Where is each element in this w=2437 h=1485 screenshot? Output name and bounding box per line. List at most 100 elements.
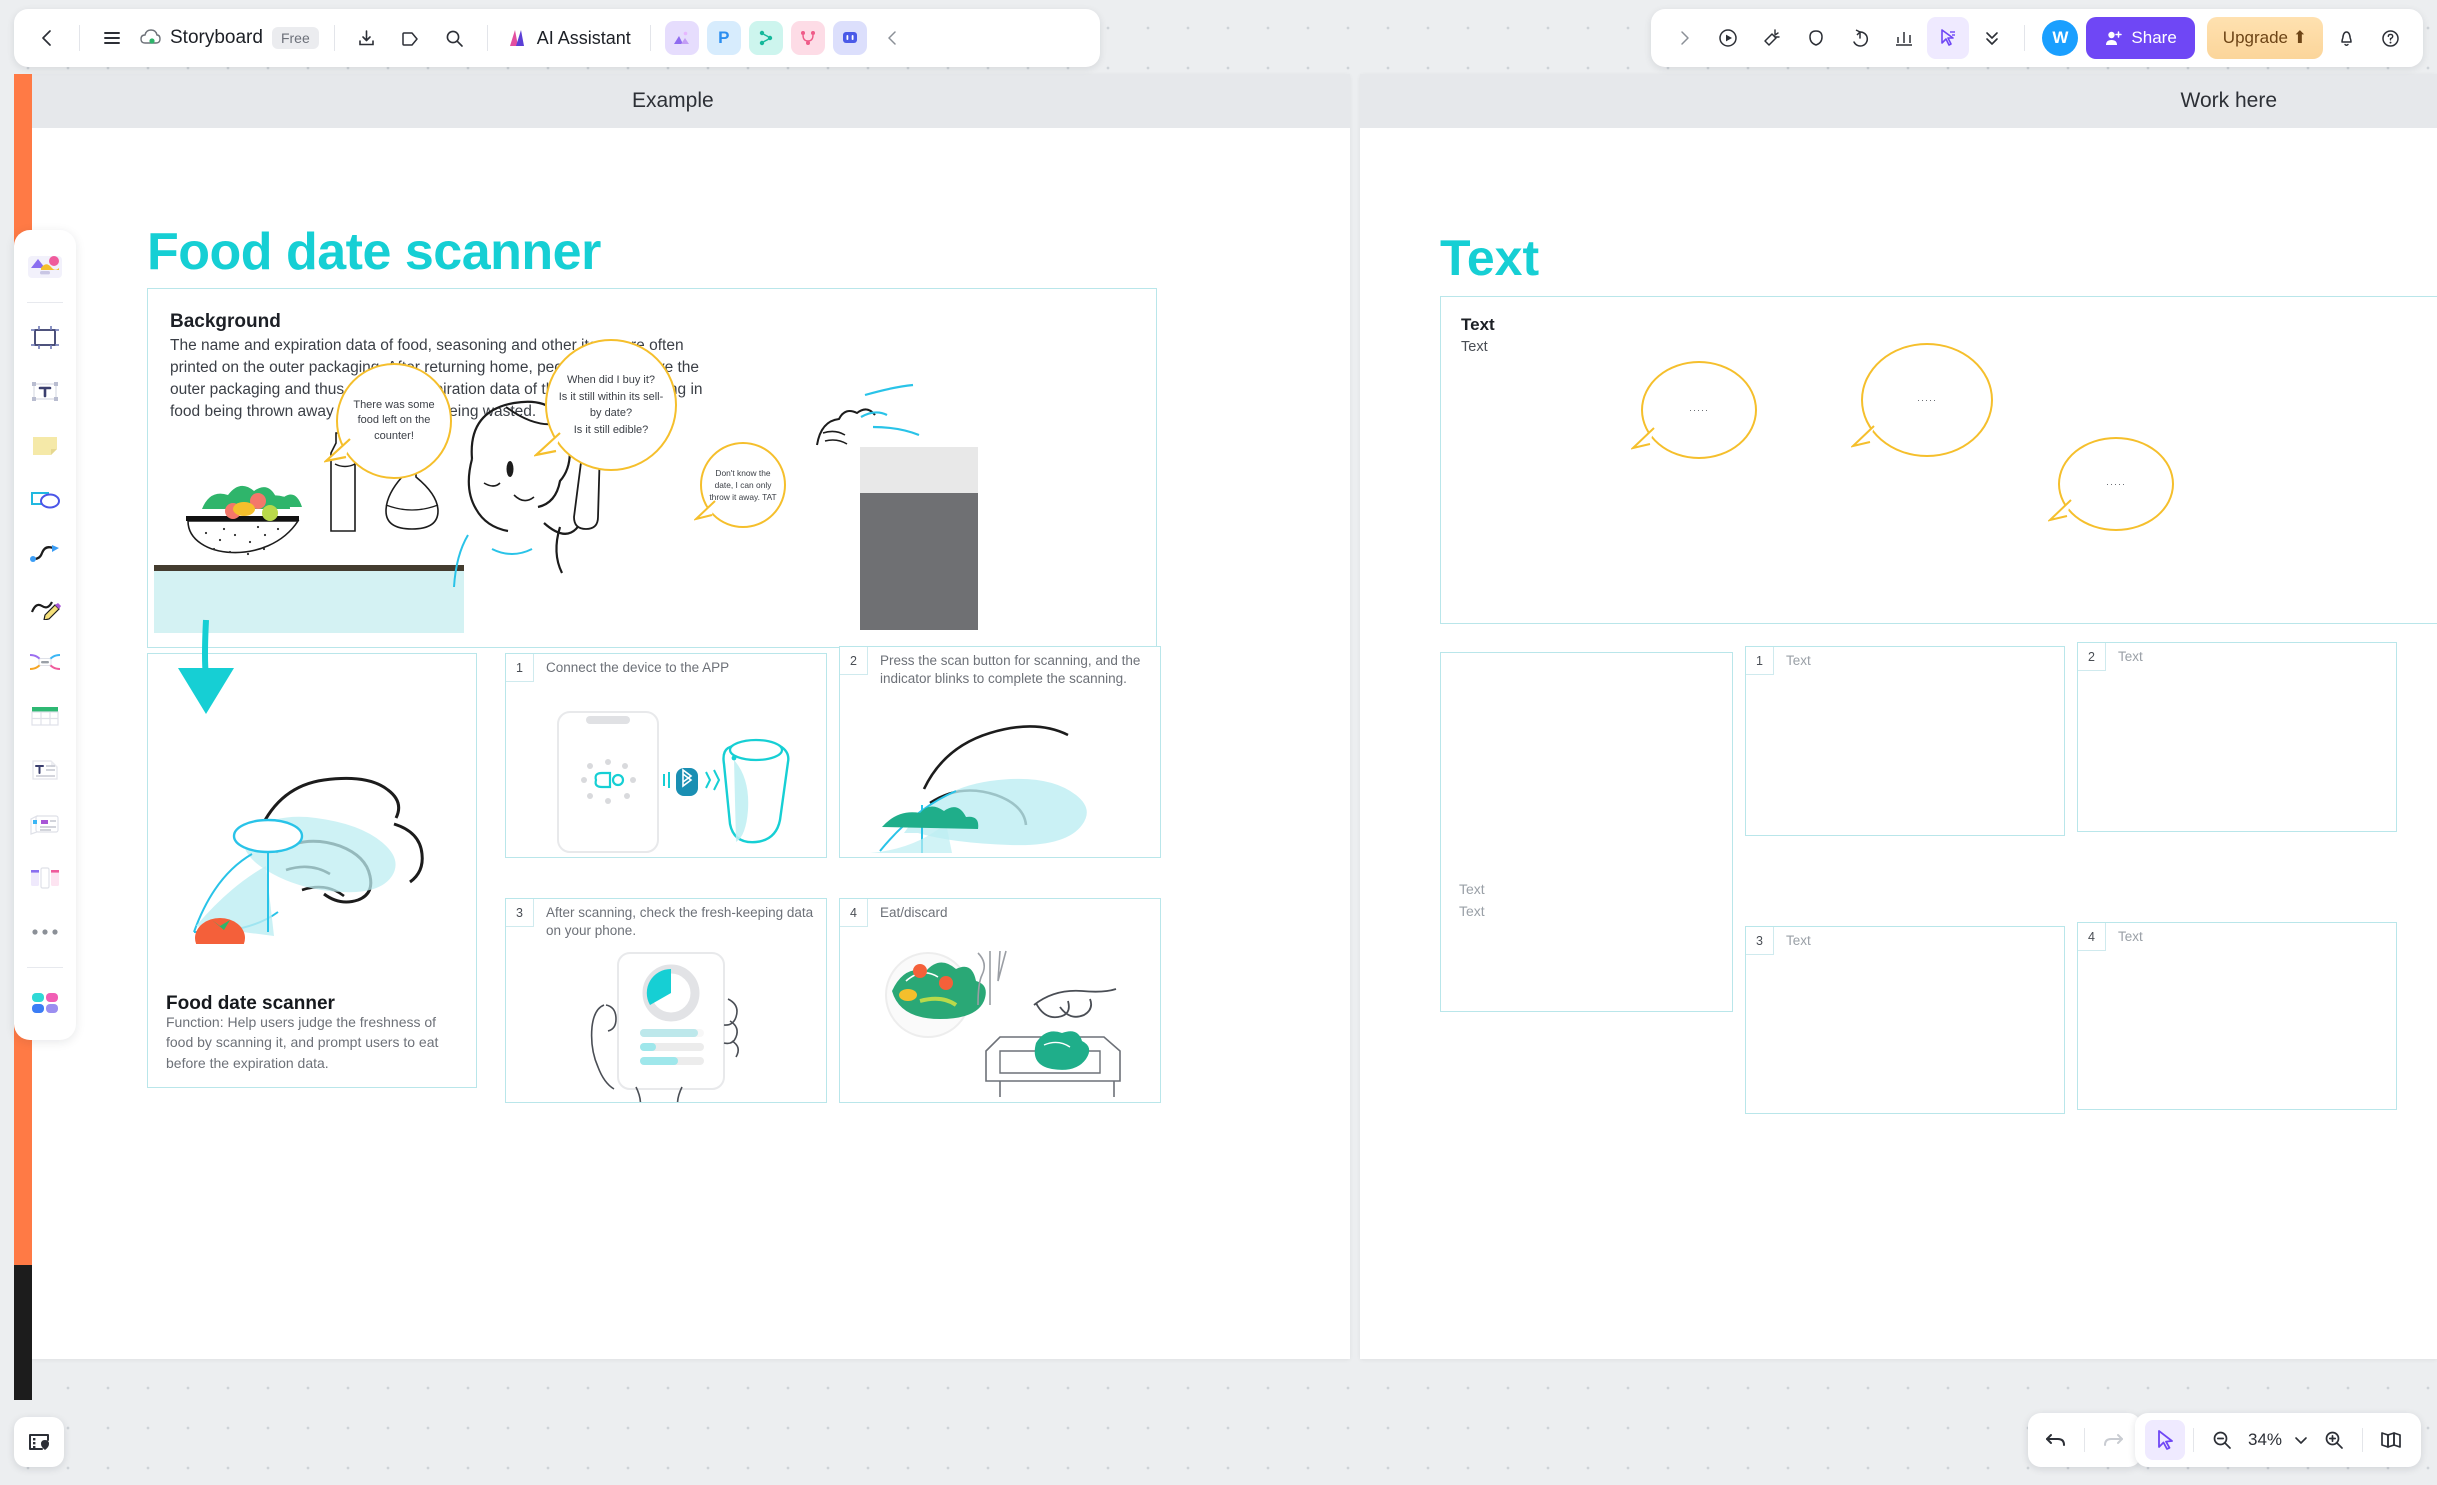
help-circle-icon [2381,29,2399,47]
upgrade-button[interactable]: Upgrade ⬆ [2206,17,2323,59]
notifications-button[interactable] [2325,17,2367,59]
board-list-button[interactable] [14,1417,64,1467]
tool-rail [14,230,76,1040]
image-app-button[interactable] [664,21,699,55]
back-button[interactable] [26,17,68,59]
search-icon [446,30,464,47]
cursor-mode-button[interactable] [1927,17,1970,59]
bubble-placeholder-3-text: ····· [2106,479,2126,489]
mindmap-app-button[interactable] [748,21,783,55]
bubble-throw-away[interactable]: Don't know the date, I can only throw it… [694,442,786,528]
download-button[interactable] [346,17,388,59]
comment-app-button[interactable] [832,21,867,55]
tag-button[interactable] [390,17,432,59]
bubble-tail-icon [694,500,716,521]
ai-assistant-button[interactable]: AI Assistant [499,27,639,49]
search-button[interactable] [434,17,476,59]
chevron-left-icon [42,30,51,46]
bubble-questions[interactable]: When did I buy it? Is it still within it… [534,339,677,471]
zoom-in-button[interactable] [2314,1420,2354,1460]
bubble-tail-icon [324,438,351,463]
work-step-card-3[interactable]: 3 Text [1745,926,2065,1114]
step-text-1: Connect the device to the APP [546,660,730,675]
step-card-2[interactable]: 2 Press the scan button for scanning, an… [839,646,1161,858]
present-button[interactable] [1707,17,1749,59]
pen-draw-icon [30,601,61,620]
sidebar-item-table[interactable] [20,691,70,741]
toolbar-divider [79,25,80,51]
more-dots-icon [32,929,58,935]
redo-button[interactable] [2093,1420,2133,1460]
comment-button[interactable] [1795,17,1837,59]
share-button[interactable]: Share [2086,17,2195,59]
work-product-text-2: Text [1459,903,1485,919]
work-step-card-1[interactable]: 1 Text [1745,646,2065,836]
sidebar-item-colors[interactable] [20,978,70,1028]
sidebar-item-sticky-note[interactable] [20,421,70,471]
comment-icon [1809,30,1824,46]
work-product-panel[interactable]: Text Text [1440,652,1733,1012]
step-card-3[interactable]: 3 After scanning, check the fresh-keepin… [505,898,827,1103]
bubble-counter[interactable]: There was some food left on the counter! [324,363,452,479]
sidebar-item-templates[interactable] [20,242,70,292]
avatar[interactable]: W [2042,20,2079,56]
bubble-tail-icon [2048,499,2072,522]
expand-toolbar-button[interactable] [1663,17,1705,59]
presentation-app-button[interactable]: P [706,21,741,55]
sidebar-item-text[interactable] [20,367,70,417]
step-card-1[interactable]: 1 Connect the device to the APP [505,653,827,858]
work-step-card-2[interactable]: 2 Text [2077,642,2397,832]
toolbar-divider [2024,25,2026,51]
board-example[interactable]: Example Food date scanner Background The… [32,74,1350,1359]
work-step-text-3: Text [1786,933,1811,948]
bar-divider [2084,1428,2085,1452]
step-text-4: Eat/discard [880,905,948,920]
menu-button[interactable] [91,17,133,59]
step3-illustration [590,952,740,1102]
zoom-out-button[interactable] [2202,1420,2242,1460]
bubble-placeholder-2[interactable]: ····· [1851,343,1993,457]
sidebar-item-pen[interactable] [20,583,70,633]
document-title: Storyboard [170,27,263,48]
sidebar-item-frame[interactable] [20,313,70,363]
sidebar-item-shapes[interactable] [20,475,70,525]
ai-sparkle-icon [509,30,524,46]
step-card-4[interactable]: 4 Eat/discard [839,898,1161,1103]
document-title-group[interactable]: Storyboard Free [135,27,323,49]
toolbar-divider [486,25,488,51]
timer-button[interactable] [1839,17,1881,59]
work-title[interactable]: Text [1440,233,1539,283]
work-card-sub: Text [1461,339,1488,355]
minimap-button[interactable] [2371,1420,2411,1460]
plan-badge[interactable]: Free [271,27,319,49]
sidebar-item-document[interactable] [20,745,70,795]
zoom-level[interactable]: 34% [2242,1430,2288,1450]
undo-button[interactable] [2036,1420,2076,1460]
megaphone-button[interactable] [1751,17,1793,59]
vote-button[interactable] [1883,17,1925,59]
bubble-placeholder-1[interactable]: ····· [1631,361,1757,459]
sidebar-item-connector[interactable] [20,529,70,579]
bubble-placeholder-3[interactable]: ····· [2048,437,2174,531]
toolbar-divider [649,25,651,51]
collapse-apps-button[interactable] [872,17,914,59]
sidebar-item-kanban[interactable] [20,853,70,903]
background-card[interactable]: Background The name and expiration data … [147,288,1157,648]
sidebar-item-more[interactable] [20,907,70,957]
cursor-select-icon [1941,29,1956,46]
more-tools-button[interactable] [1971,17,2013,59]
product-panel[interactable]: Food date scanner Function: Help users j… [147,619,477,1088]
work-step-text-1: Text [1786,653,1811,668]
cursor-tool-button[interactable] [2145,1420,2185,1460]
work-step-card-4[interactable]: 4 Text [2077,922,2397,1110]
work-step-number-4: 4 [2078,923,2106,951]
help-button[interactable] [2369,17,2411,59]
zoom-dropdown-button[interactable] [2288,1420,2314,1460]
arrow-up-icon: ⬆ [2292,28,2307,47]
flowchart-app-button[interactable] [790,21,825,55]
work-background-card[interactable]: Text Text ····· ····· ····· [1440,296,2437,624]
sidebar-item-card[interactable] [20,799,70,849]
step-text-3: After scanning, check the fresh-keeping … [546,905,814,939]
board-work-here[interactable]: Work here Text Text Text ····· ····· ···… [1360,74,2437,1359]
sidebar-item-mindmap[interactable] [20,637,70,687]
